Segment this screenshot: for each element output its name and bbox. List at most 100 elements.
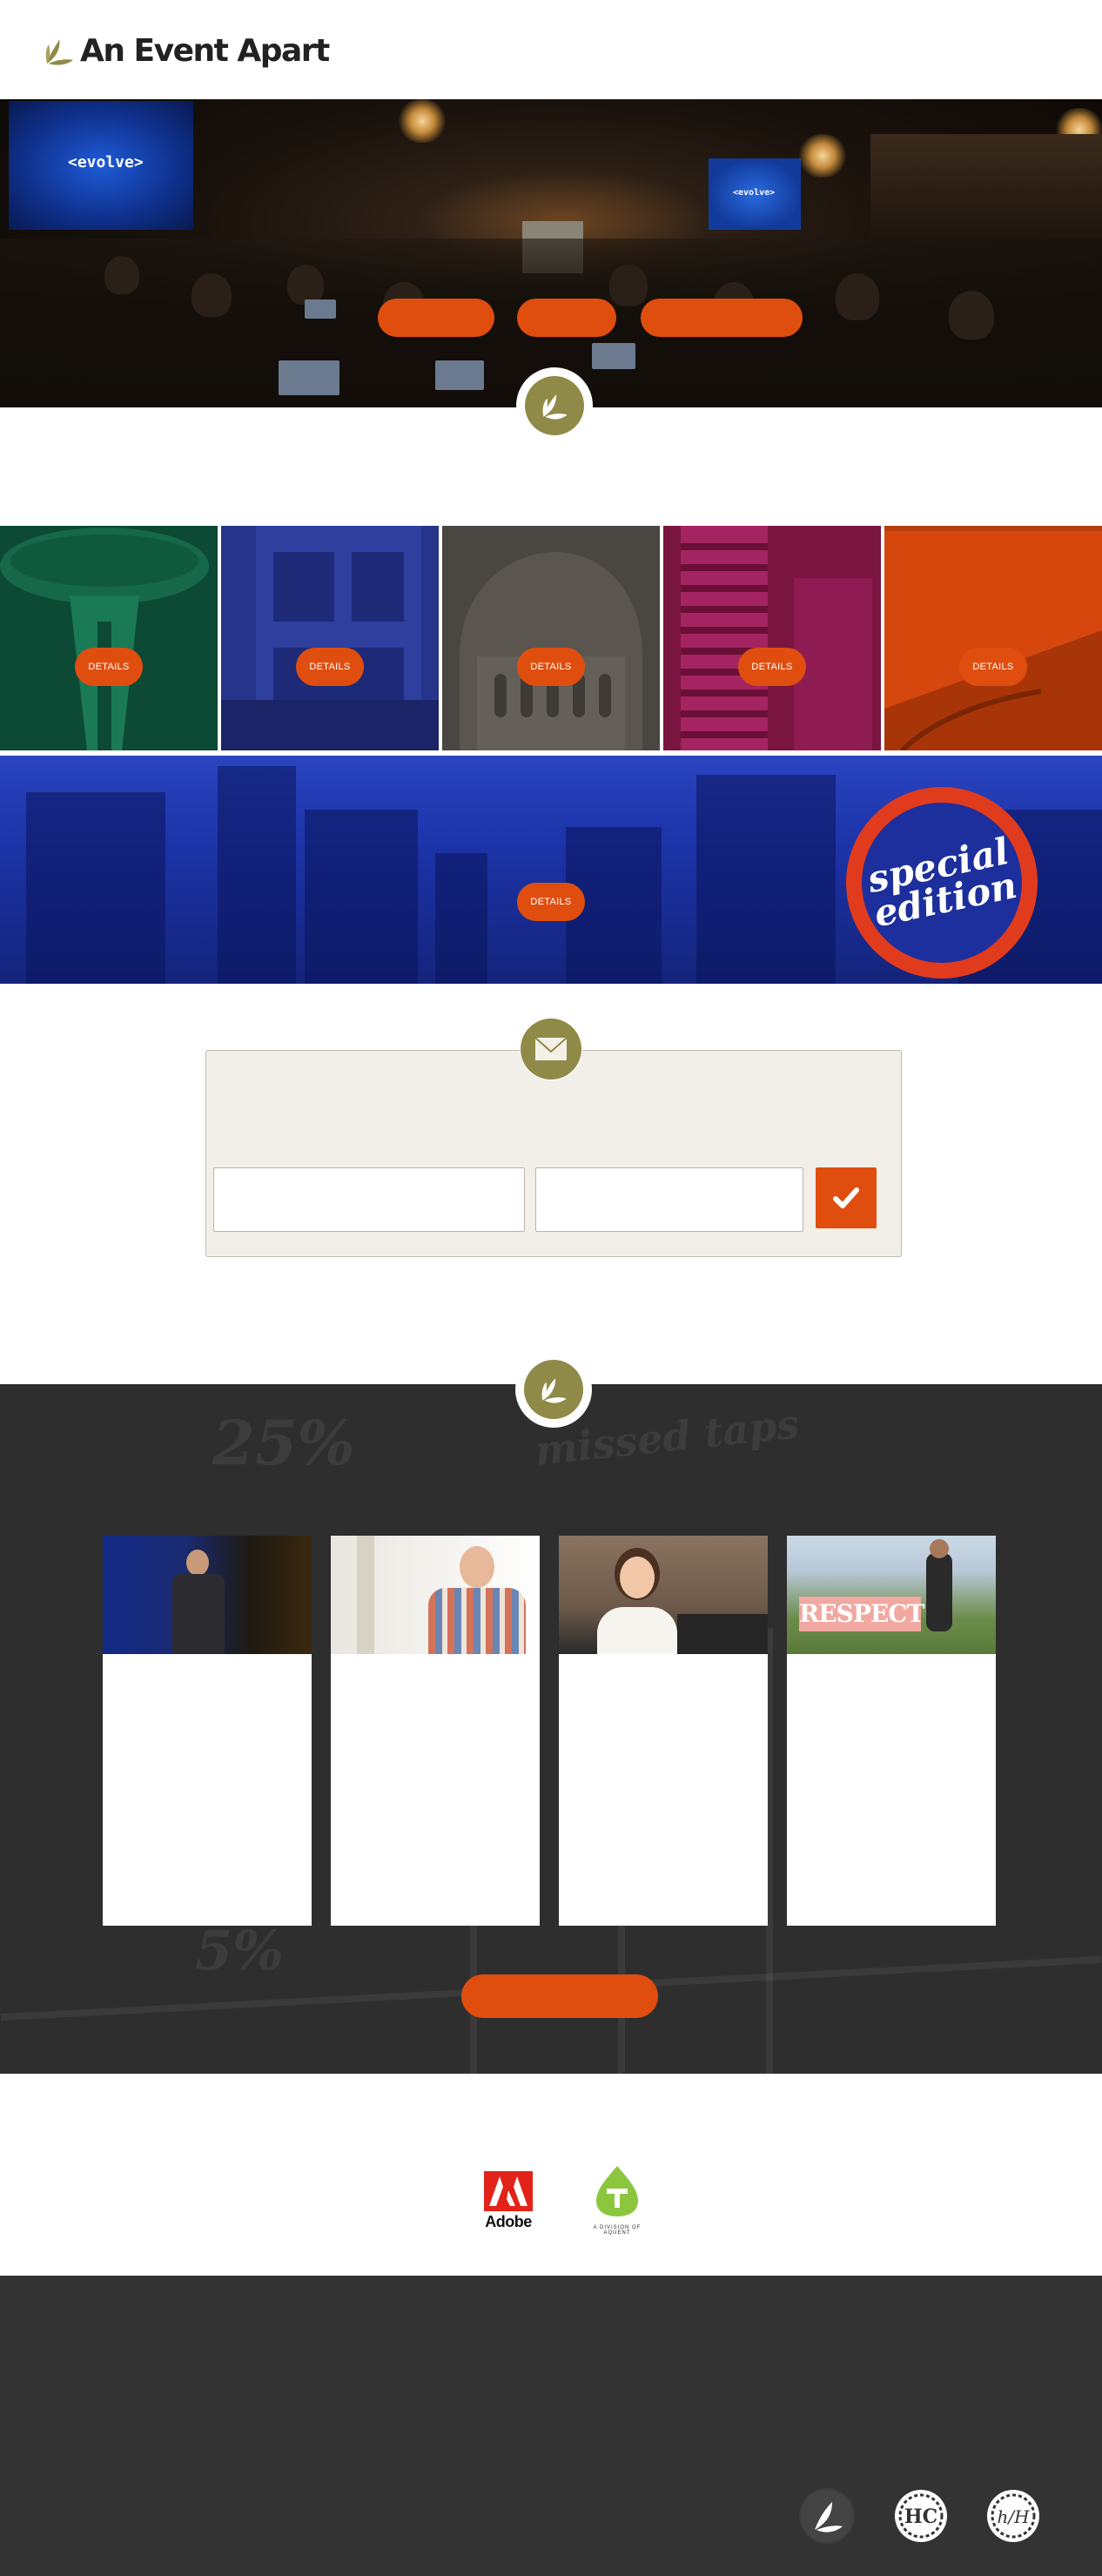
adobe-icon: [484, 2171, 533, 2211]
speaker-head: [930, 1539, 949, 1558]
audience-laptop: [592, 343, 635, 369]
mail-badge: [520, 1018, 582, 1080]
speaker-plaid-shirt: [428, 1588, 526, 1654]
newsletter-submit-button[interactable]: [816, 1167, 877, 1228]
event-tile-special-edition[interactable]: DETAILS special edition: [0, 756, 1102, 984]
projection-screen-left: <evolve>: [9, 101, 193, 230]
event-tile-san-francisco[interactable]: DETAILS: [884, 526, 1102, 750]
background-word: 25%: [212, 1407, 355, 1479]
audience-laptop: [279, 360, 339, 395]
details-button[interactable]: DETAILS: [517, 648, 585, 686]
respect-sign: RESPECT: [799, 1597, 924, 1631]
details-button[interactable]: DETAILS: [296, 648, 364, 686]
details-button[interactable]: DETAILS: [75, 648, 143, 686]
leaf-badge: [516, 367, 593, 444]
speaker-figure: [926, 1553, 952, 1631]
speakers-section: 25% missed taps 5% RESPECT: [0, 1384, 1102, 2074]
leaf-badge-inner: [525, 376, 584, 435]
hero-button-1[interactable]: [378, 299, 494, 337]
leaf-logo-icon: [45, 38, 73, 65]
sponsors-section: Adobe A DIVISION OF AQUENT: [0, 2074, 1102, 2276]
speaker-card[interactable]: [559, 1536, 768, 1926]
screen-text-left: <evolve>: [68, 153, 144, 172]
audience-head: [836, 273, 879, 320]
capitol-dome-graphic: [460, 552, 642, 750]
aquent-tagline: A DIVISION OF AQUENT: [593, 2225, 642, 2236]
newsletter-first-field[interactable]: [213, 1167, 525, 1232]
chandelier-right: [796, 134, 849, 178]
envelope-icon: [534, 1037, 568, 1060]
speakers-leaf-badge-inner: [524, 1360, 583, 1419]
site-logo[interactable]: An Event Apart: [42, 33, 330, 69]
event-tile-seattle[interactable]: DETAILS: [0, 526, 218, 750]
wall-column: [357, 1536, 374, 1654]
audience-head: [192, 273, 232, 317]
speaker-body: [172, 1574, 225, 1654]
couch: [677, 1614, 768, 1654]
hc-icon: HC: [895, 2490, 947, 2542]
special-edition-badge-inner: special edition: [846, 787, 1038, 979]
speaker-photo: [103, 1536, 312, 1654]
skyline-building: [218, 766, 296, 984]
details-button[interactable]: DETAILS: [959, 648, 1027, 686]
chandelier-left: [396, 99, 448, 143]
aquent-drop-icon: [596, 2166, 638, 2216]
speaker-head: [460, 1546, 494, 1588]
audience-laptop: [435, 360, 484, 390]
building-graphic: [221, 526, 439, 750]
space-needle-graphic: [0, 528, 209, 750]
details-button[interactable]: DETAILS: [738, 648, 806, 686]
mail-badge-inner: [521, 1019, 581, 1079]
hh-label: h/H: [997, 2506, 1030, 2527]
speaker-card[interactable]: [331, 1536, 540, 1926]
skyline-building: [26, 792, 165, 984]
audience-head: [104, 256, 139, 294]
footer-hh-link[interactable]: h/H: [985, 2488, 1041, 2544]
hero-button-3[interactable]: [641, 299, 803, 337]
speaker-body: [597, 1607, 677, 1654]
speaker-photo: RESPECT: [787, 1536, 996, 1654]
leaf-icon: [542, 394, 568, 420]
site-header: An Event Apart: [0, 0, 1102, 99]
background-word: 5%: [195, 1919, 285, 1982]
skyline-building: [696, 775, 836, 984]
newsletter-form: [205, 1050, 902, 1257]
event-tile-chicago[interactable]: DETAILS: [663, 526, 881, 750]
audience-laptop: [305, 299, 336, 319]
speaker-head: [186, 1550, 209, 1576]
special-edition-badge: special edition: [846, 787, 1038, 979]
speaker-card[interactable]: [103, 1536, 312, 1926]
aquent-logo[interactable]: A DIVISION OF AQUENT: [581, 2164, 653, 2239]
back-wall: [870, 134, 1102, 239]
screen-text-right: <evolve>: [733, 188, 776, 198]
speakers-leaf-badge: [515, 1351, 592, 1428]
leaf-icon: [541, 1378, 567, 1403]
speaker-photo: [331, 1536, 540, 1654]
event-tile-boston[interactable]: DETAILS: [221, 526, 439, 750]
page: An Event Apart <evolve> <evolve> DETAILS…: [0, 0, 1102, 2576]
speaker-card[interactable]: RESPECT: [787, 1536, 996, 1926]
adobe-wordmark: Adobe: [485, 2213, 532, 2230]
audience-head: [609, 265, 648, 306]
hc-label: HC: [904, 2505, 937, 2528]
hero-button-2[interactable]: [517, 299, 616, 337]
logo-text: An Event Apart: [80, 33, 330, 69]
newsletter-second-field[interactable]: [535, 1167, 803, 1232]
details-button[interactable]: DETAILS: [517, 883, 585, 921]
aea-leaf-icon: [801, 2490, 853, 2542]
event-tile-washington[interactable]: DETAILS: [442, 526, 660, 750]
skyline-building: [305, 810, 418, 984]
marina-towers-graphic: [681, 526, 872, 750]
bridge-graphic: [884, 526, 1102, 750]
more-speakers-button[interactable]: [461, 1974, 658, 2018]
speaker-head: [620, 1557, 655, 1598]
skyline-building: [435, 853, 487, 984]
speaker-photo: [559, 1536, 768, 1654]
footer-aea-link[interactable]: [799, 2488, 855, 2544]
projection-screen-right: <evolve>: [709, 158, 801, 230]
hero-banner: <evolve> <evolve>: [0, 99, 1102, 407]
audience-head: [949, 291, 994, 340]
footer-hc-link[interactable]: HC: [893, 2488, 949, 2544]
adobe-logo[interactable]: Adobe: [484, 2171, 533, 2232]
checkmark-icon: [833, 1187, 859, 1208]
